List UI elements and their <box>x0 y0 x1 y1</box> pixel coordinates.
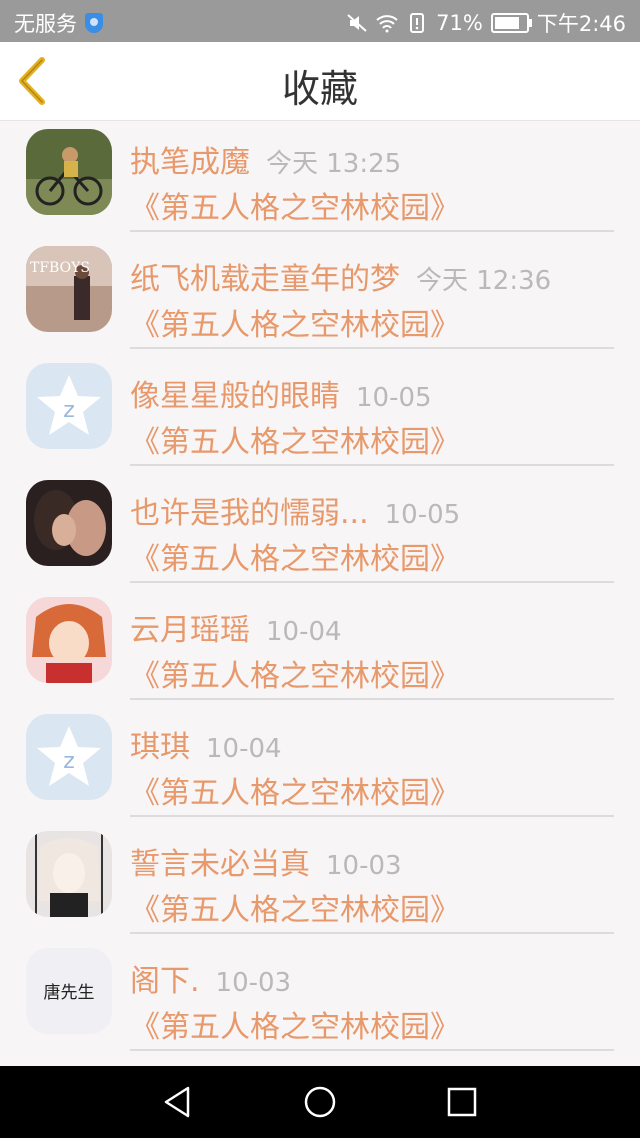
list-item[interactable]: 云月瑶瑶 10-04 《第五人格之空林校园》 <box>0 589 640 706</box>
wifi-icon <box>376 15 398 33</box>
timestamp: 10-05 <box>384 500 461 530</box>
work-title[interactable]: 《第五人格之空林校园》 <box>130 300 460 344</box>
avatar-text: 唐先生 <box>43 983 95 1003</box>
avatar[interactable] <box>26 597 112 683</box>
page-title: 收藏 <box>281 67 358 111</box>
avatar[interactable]: TFBOYS <box>26 246 112 332</box>
nav-home-icon[interactable] <box>302 1084 338 1120</box>
item-header: 也许是我的懦弱... 10-05 <box>130 488 460 532</box>
username[interactable]: 阁下. <box>130 964 200 999</box>
avatar[interactable]: 唐先生 <box>26 948 112 1034</box>
nav-recents-icon[interactable] <box>444 1084 480 1120</box>
avatar[interactable] <box>26 480 112 566</box>
divider <box>130 581 614 583</box>
timestamp: 10-03 <box>215 968 292 998</box>
avatar[interactable] <box>26 129 112 215</box>
list-item[interactable]: 誓言未必当真 10-03 《第五人格之空林校园》 <box>0 823 640 940</box>
timestamp: 今天 12:36 <box>416 266 552 296</box>
username[interactable]: 也许是我的懦弱... <box>130 496 369 531</box>
svg-text:z: z <box>63 398 75 423</box>
divider <box>130 815 614 817</box>
item-header: 纸飞机载走童年的梦 今天 12:36 <box>130 254 551 298</box>
timestamp: 今天 13:25 <box>266 149 402 179</box>
username[interactable]: 琪琪 <box>130 730 190 765</box>
work-title[interactable]: 《第五人格之空林校园》 <box>130 885 460 929</box>
system-nav-bar <box>0 1066 640 1138</box>
app-header: 收藏 <box>0 42 640 121</box>
list-item[interactable]: 执笔成魔 今天 13:25 《第五人格之空林校园》 <box>0 121 640 238</box>
favorites-list: 执笔成魔 今天 13:25 《第五人格之空林校园》 TFBOYS 纸飞机载走童年的梦 今天… <box>0 121 640 1057</box>
battery-icon <box>490 13 532 33</box>
clock: 下午2:46 <box>536 12 626 36</box>
work-title[interactable]: 《第五人格之空林校园》 <box>130 183 460 227</box>
avatar[interactable] <box>26 831 112 917</box>
item-header: 誓言未必当真 10-03 <box>130 839 402 883</box>
item-header: 像星星般的眼睛 10-05 <box>130 371 432 415</box>
carrier-text: 无服务 <box>14 12 77 36</box>
security-shield-icon <box>85 13 103 33</box>
avatar[interactable]: z <box>26 363 112 449</box>
mute-icon <box>347 14 367 32</box>
timestamp: 10-03 <box>326 851 402 881</box>
divider <box>130 1049 614 1051</box>
battery-percent: 71% <box>436 11 483 35</box>
username[interactable]: 纸飞机载走童年的梦 <box>130 262 400 297</box>
timestamp: 10-04 <box>206 734 282 764</box>
work-title[interactable]: 《第五人格之空林校园》 <box>130 534 460 578</box>
item-header: 云月瑶瑶 10-04 <box>130 605 342 649</box>
status-right: 71% 下午2:46 <box>346 8 626 38</box>
username[interactable]: 誓言未必当真 <box>130 847 310 882</box>
item-header: 执笔成魔 今天 13:25 <box>130 137 401 181</box>
nav-back-icon[interactable] <box>160 1084 196 1120</box>
divider <box>130 698 614 700</box>
svg-text:TFBOYS: TFBOYS <box>30 260 90 276</box>
work-title[interactable]: 《第五人格之空林校园》 <box>130 651 460 695</box>
item-header: 阁下. 10-03 <box>130 956 291 1000</box>
username[interactable]: 像星星般的眼睛 <box>130 379 340 414</box>
work-title[interactable]: 《第五人格之空林校园》 <box>130 768 460 812</box>
divider <box>130 464 614 466</box>
username[interactable]: 云月瑶瑶 <box>130 613 250 648</box>
timestamp: 10-05 <box>356 383 432 413</box>
divider <box>130 230 614 232</box>
list-item[interactable]: 也许是我的懦弱... 10-05 《第五人格之空林校园》 <box>0 472 640 589</box>
svg-text:z: z <box>63 749 75 774</box>
avatar[interactable]: z <box>26 714 112 800</box>
list-item[interactable]: TFBOYS 纸飞机载走童年的梦 今天 12:36 《第五人格之空林校园》 <box>0 238 640 355</box>
list-item[interactable]: 唐先生 阁下. 10-03 《第五人格之空林校园》 <box>0 940 640 1057</box>
status-left: 无服务 <box>14 8 103 38</box>
work-title[interactable]: 《第五人格之空林校园》 <box>130 1002 460 1046</box>
status-bar: 无服务 71% 下午2:46 <box>0 0 640 42</box>
timestamp: 10-04 <box>266 617 342 647</box>
divider <box>130 932 614 934</box>
item-header: 琪琪 10-04 <box>130 722 282 766</box>
work-title[interactable]: 《第五人格之空林校园》 <box>130 417 460 461</box>
divider <box>130 347 614 349</box>
list-item[interactable]: z 像星星般的眼睛 10-05 《第五人格之空林校园》 <box>0 355 640 472</box>
list-item[interactable]: z 琪琪 10-04 《第五人格之空林校园》 <box>0 706 640 823</box>
username[interactable]: 执笔成魔 <box>130 145 250 180</box>
alert-sim-icon <box>410 13 425 33</box>
